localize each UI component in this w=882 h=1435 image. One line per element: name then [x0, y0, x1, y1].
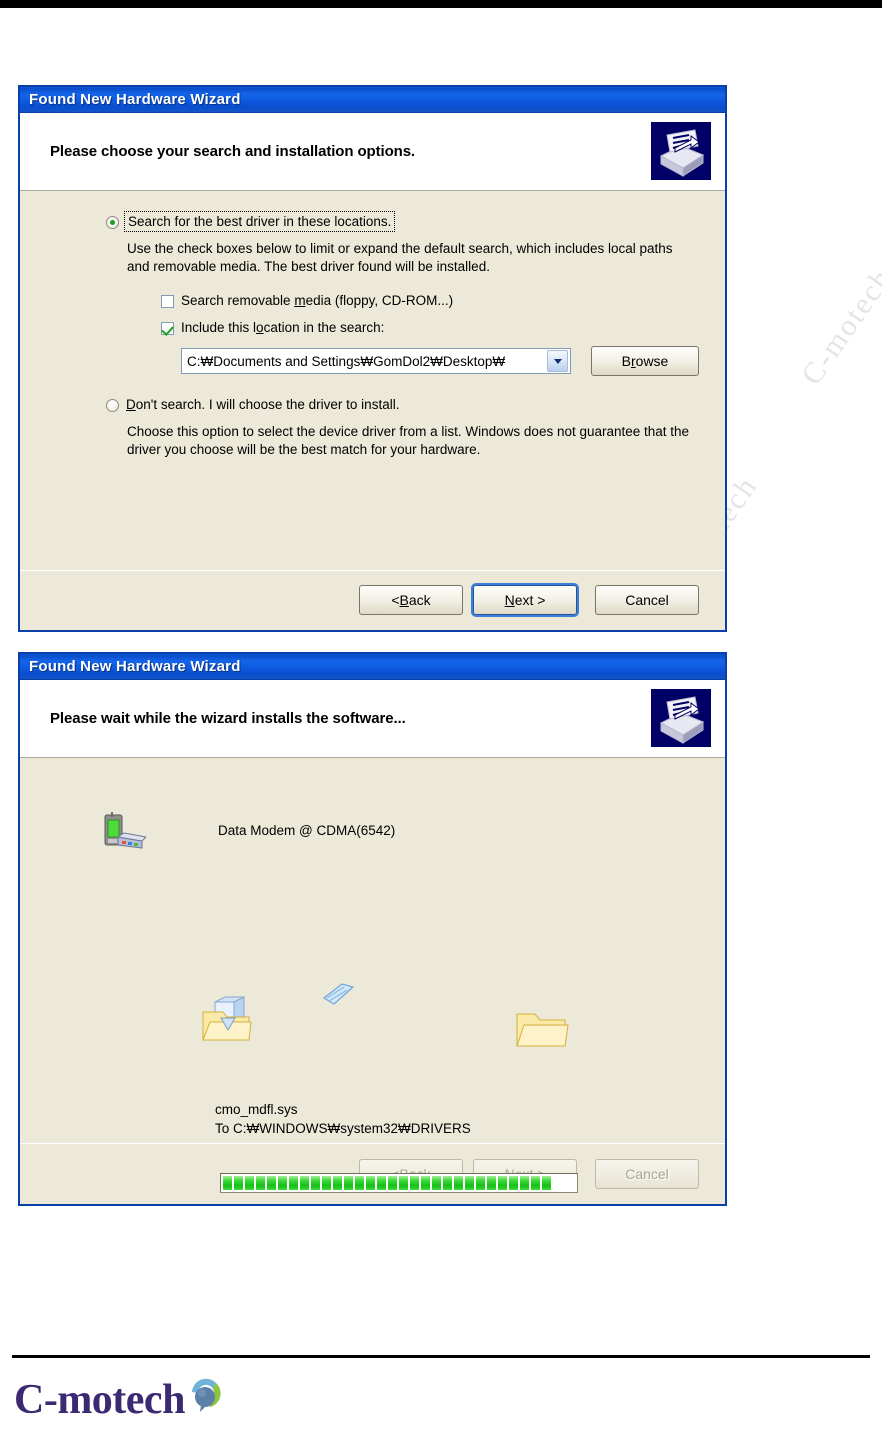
flying-document-icon [320, 980, 356, 1015]
browse-button[interactable]: Br owse [591, 346, 699, 376]
dialog-1-footer: < Back Next > Cancel [20, 571, 725, 629]
search-best-driver-description: Use the check boxes below to limit or ex… [127, 241, 673, 274]
dialog-2-body: Data Modem @ CDMA(6542) cmo_mdfl.sys To … [20, 758, 727, 1193]
copying-file-destination: To C:₩WINDOWS₩system32₩DRIVERS [215, 1121, 471, 1136]
installation-progress-bar [220, 1173, 578, 1193]
found-new-hardware-wizard-dialog-1: Found New Hardware Wizard Please choose … [19, 86, 726, 631]
footer-rule [12, 1355, 870, 1358]
hardware-wizard-icon [651, 689, 711, 747]
checkbox-include-location[interactable]: Include this location in the search: [161, 319, 701, 336]
dialog-2-titlebar[interactable]: Found New Hardware Wizard [20, 654, 725, 680]
checkbox-search-removable-media-label: Search removable media (floppy, CD-ROM..… [181, 293, 454, 308]
checkbox-search-removable-media[interactable]: Search removable media (floppy, CD-ROM..… [161, 292, 701, 309]
found-new-hardware-wizard-dialog-2: Found New Hardware Wizard Please wait wh… [19, 653, 726, 1205]
search-location-value: C:₩Documents and Settings₩GomDol2₩Deskto… [187, 353, 506, 369]
radio-search-best-driver-label: Search for the best driver in these loca… [123, 211, 396, 232]
brand-logo: C-motech [14, 1378, 226, 1422]
chevron-down-icon[interactable] [547, 350, 568, 372]
file-copy-animation [20, 758, 727, 1047]
search-location-combobox[interactable]: C:₩Documents and Settings₩GomDol2₩Deskto… [181, 348, 571, 374]
dont-search-description: Choose this option to select the device … [127, 424, 690, 457]
checkbox-include-location-label: Include this location in the search: [181, 320, 385, 335]
dialog-2-header-title: Please wait while the wizard installs th… [50, 710, 406, 727]
c-motech-swirl-icon [186, 1374, 226, 1419]
watermark-text: C-motech [795, 261, 882, 391]
checkbox-search-removable-media-indicator[interactable] [161, 295, 174, 308]
dialog-1-title: Found New Hardware Wizard [29, 91, 241, 108]
back-button[interactable]: < Back [359, 585, 463, 615]
cancel-button[interactable]: Cancel [595, 585, 699, 615]
destination-folder-icon [515, 1008, 569, 1055]
dialog-2-header: Please wait while the wizard installs th… [20, 680, 725, 758]
radio-search-best-driver-indicator[interactable] [106, 216, 119, 229]
copying-file-name: cmo_mdfl.sys [215, 1102, 298, 1117]
radio-dont-search-indicator[interactable] [106, 399, 119, 412]
next-button[interactable]: Next > [473, 585, 577, 615]
dialog-1-titlebar[interactable]: Found New Hardware Wizard [20, 87, 725, 113]
hardware-wizard-icon [651, 122, 711, 180]
dialog-2-title: Found New Hardware Wizard [29, 658, 241, 675]
dialog-1-header-title: Please choose your search and installati… [50, 143, 416, 160]
radio-search-best-driver[interactable]: Search for the best driver in these loca… [106, 211, 701, 232]
source-folder-icon [201, 996, 253, 1049]
radio-dont-search-label: Don't search. I will choose the driver t… [126, 397, 400, 412]
brand-name: C-motech [14, 1377, 185, 1423]
copy-status-block: cmo_mdfl.sys To C:₩WINDOWS₩system32₩DRIV… [215, 1100, 471, 1138]
radio-dont-search[interactable]: Don't search. I will choose the driver t… [106, 396, 701, 413]
checkbox-include-location-indicator[interactable] [161, 322, 174, 335]
page-top-rule [0, 0, 882, 8]
dialog-1-body: Search for the best driver in these loca… [20, 191, 725, 570]
dialog-1-header: Please choose your search and installati… [20, 113, 725, 191]
cancel-button: Cancel [595, 1159, 699, 1189]
